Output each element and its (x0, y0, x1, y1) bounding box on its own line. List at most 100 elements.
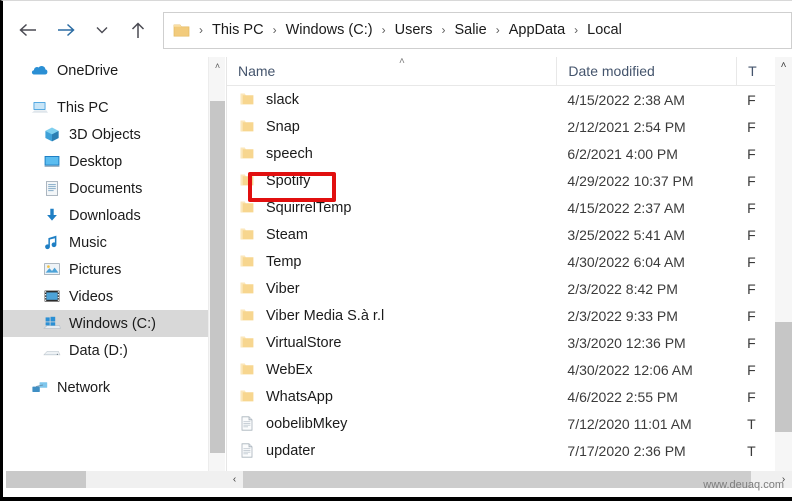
cell-date-modified: 7/17/2020 2:36 PM (567, 442, 686, 459)
documents-icon (43, 180, 61, 197)
table-row[interactable]: Spotify 4/29/2022 10:37 PM F (227, 167, 792, 194)
table-row[interactable]: oobelibMkey 7/12/2020 11:01 AM T (227, 410, 792, 437)
cell-name[interactable]: Temp (227, 253, 556, 271)
cell-date-modified: 4/30/2022 12:06 AM (567, 361, 693, 378)
cell-name[interactable]: VirtualStore (227, 334, 556, 352)
sidebar-item-label: OneDrive (57, 62, 119, 79)
table-row[interactable]: VirtualStore 3/3/2020 12:36 PM F (227, 329, 792, 356)
table-row[interactable]: WebEx 4/30/2022 12:06 AM F (227, 356, 792, 383)
navigation-pane[interactable]: OneDrive This PC 3D Objects Desktop Document… (3, 57, 208, 484)
file-name-label: SquirrelTemp (266, 199, 352, 216)
table-row[interactable]: speech 6/2/2021 4:00 PM F (227, 140, 792, 167)
sidebar-item-network[interactable]: Network (3, 374, 208, 401)
file-name-label: speech (266, 145, 313, 162)
sidebar-item-desktop[interactable]: Desktop (3, 148, 208, 175)
table-row[interactable]: slack 4/15/2022 2:38 AM F (227, 86, 792, 113)
sidebar-item-label: Music (69, 234, 107, 251)
table-row[interactable]: updater 7/17/2020 2:36 PM T (227, 437, 792, 464)
forward-icon[interactable] (51, 15, 81, 45)
file-name-label: VirtualStore (266, 334, 342, 351)
table-row[interactable]: Viber Media S.à r.l 2/3/2022 9:33 PM F (227, 302, 792, 329)
sidebar-item-3d-objects[interactable]: 3D Objects (3, 121, 208, 148)
sidebar-item-onedrive[interactable]: OneDrive (3, 57, 208, 84)
breadcrumb-separator: › (441, 23, 446, 37)
sidebar-item-windows-c[interactable]: Windows (C:) (3, 310, 208, 337)
horizontal-scrollbar-thumb[interactable] (243, 471, 751, 488)
breadcrumb-item-local[interactable]: Local (585, 22, 624, 38)
list-scroll-left-icon[interactable]: ‹ (226, 471, 243, 488)
sidebar-item-pictures[interactable]: Pictures (3, 256, 208, 283)
table-row[interactable]: WhatsApp 4/6/2022 2:55 PM F (227, 383, 792, 410)
list-scrollbar-thumb[interactable] (775, 322, 792, 432)
breadcrumb-item-this-pc[interactable]: This PC (210, 22, 266, 38)
cell-name[interactable]: Snap (227, 118, 556, 136)
address-folder-icon (173, 23, 190, 38)
cell-date-modified: 2/12/2021 2:54 PM (567, 118, 686, 135)
sidebar-item-music[interactable]: Music (3, 229, 208, 256)
sidebar-item-downloads[interactable]: Downloads (3, 202, 208, 229)
cell-name[interactable]: oobelibMkey (227, 415, 556, 433)
column-header-date-label: Date modified (568, 63, 655, 79)
sidebar-item-data-d[interactable]: Data (D:) (3, 337, 208, 364)
sidebar-item-label: Network (57, 379, 111, 396)
folder-icon (238, 226, 256, 244)
sidebar-item-this-pc[interactable]: This PC (3, 94, 208, 121)
table-row[interactable]: Temp 4/30/2022 6:04 AM F (227, 248, 792, 275)
column-header-date-modified[interactable]: Date modified (556, 56, 736, 86)
sidebar-item-documents[interactable]: Documents (3, 175, 208, 202)
folder-icon (238, 145, 256, 163)
breadcrumb-separator: › (381, 23, 386, 37)
cell-name[interactable]: WhatsApp (227, 388, 556, 406)
cell-date-modified: 3/3/2020 12:36 PM (567, 334, 686, 351)
file-name-label: slack (266, 91, 300, 108)
3d-objects-icon (43, 126, 61, 143)
column-header-type-label: T (748, 63, 757, 79)
cell-name[interactable]: Viber Media S.à r.l (227, 307, 556, 325)
up-one-level-icon[interactable] (123, 15, 153, 45)
sidebar-item-label: Downloads (69, 207, 141, 224)
scrollbar-corner-fill (86, 471, 226, 488)
cell-name[interactable]: WebEx (227, 361, 556, 379)
drive-icon (43, 342, 61, 359)
table-row[interactable]: SquirrelTemp 4/15/2022 2:37 AM F (227, 194, 792, 221)
breadcrumb-item-users[interactable]: Users (393, 22, 435, 38)
address-bar[interactable]: › This PC › Windows (C:) › Users › Salie… (163, 11, 792, 49)
breadcrumb-item-salie[interactable]: Salie (452, 22, 488, 38)
table-row[interactable]: Viber 2/3/2022 8:42 PM F (227, 275, 792, 302)
cell-name[interactable]: Steam (227, 226, 556, 244)
sidebar-item-videos[interactable]: Videos (3, 283, 208, 310)
desktop-icon (43, 153, 61, 170)
breadcrumb-item-appdata[interactable]: AppData (507, 22, 567, 38)
file-name-label: oobelibMkey (266, 415, 348, 432)
cell-name[interactable]: SquirrelTemp (227, 199, 556, 217)
cell-name[interactable]: updater (227, 442, 556, 460)
sidebar-scrollbar-thumb[interactable] (210, 101, 225, 453)
file-list-vertical-scrollbar[interactable]: ˄ ˅ (775, 57, 792, 484)
cell-name[interactable]: slack (227, 91, 556, 109)
table-row[interactable]: Snap 2/12/2021 2:54 PM F (227, 113, 792, 140)
cell-date-modified: 6/2/2021 4:00 PM (567, 145, 678, 162)
column-header-name-label: Name (238, 63, 276, 79)
recent-locations-chevron-down-icon[interactable] (87, 15, 117, 45)
list-scroll-up-icon[interactable]: ˄ (775, 57, 792, 74)
sidebar-item-label: 3D Objects (69, 126, 141, 143)
sidebar-scroll-up-icon[interactable]: ˄ (209, 57, 226, 74)
sidebar-item-label: Pictures (69, 261, 122, 278)
cell-date-modified: 4/15/2022 2:38 AM (567, 91, 685, 108)
cell-name[interactable]: Spotify (227, 172, 556, 190)
table-row[interactable]: Steam 3/25/2022 5:41 AM F (227, 221, 792, 248)
back-icon[interactable] (13, 15, 43, 45)
downloads-icon (43, 207, 61, 224)
cell-name[interactable]: speech (227, 145, 556, 163)
watermark: www.deuaq.com (703, 479, 784, 491)
onedrive-cloud-icon (31, 62, 49, 79)
cell-date-modified: 2/3/2022 8:42 PM (567, 280, 678, 297)
sidebar-scrollbar[interactable]: ˄ ˅ (208, 57, 225, 484)
file-name-label: Spotify (266, 172, 311, 189)
scrollbar-corner-left (6, 471, 86, 488)
breadcrumb-item-windows-c[interactable]: Windows (C:) (284, 22, 375, 38)
cell-date-modified: 2/3/2022 9:33 PM (567, 307, 678, 324)
cell-name[interactable]: Viber (227, 280, 556, 298)
folder-icon (238, 334, 256, 352)
column-header-name[interactable]: Name ˄ (227, 56, 556, 86)
